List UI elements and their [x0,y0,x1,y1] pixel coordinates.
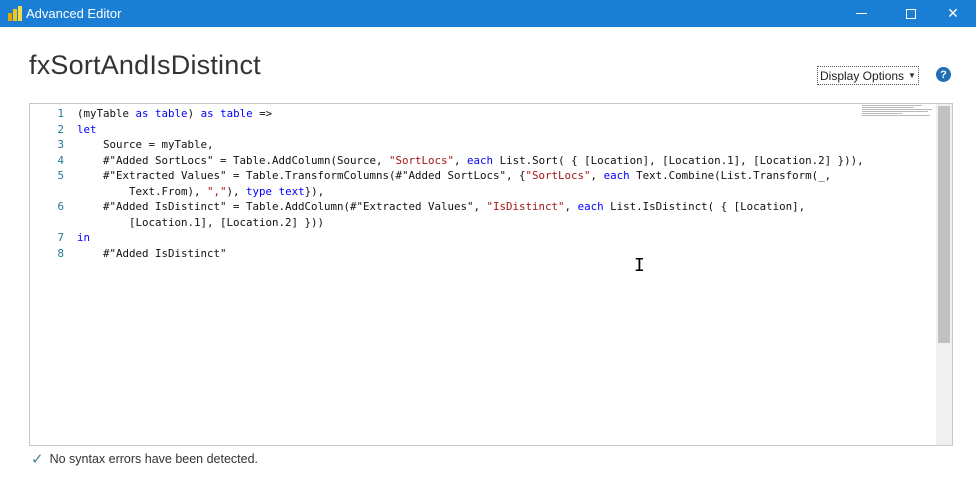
chevron-down-icon: ▼ [908,71,916,80]
line-number [30,184,70,200]
keyword-token: as [200,107,214,120]
code-area[interactable]: (myTable as table) as table => let Source… [77,104,864,262]
checkmark-icon: ✓ [31,450,44,468]
code-line[interactable]: in [77,230,862,246]
close-button[interactable]: ✕ [930,0,976,27]
scrollbar-thumb[interactable] [938,106,950,343]
keyword-token: table [220,107,253,120]
code-token: }), [304,184,325,198]
minimap[interactable] [862,104,936,118]
code-line[interactable]: Source = myTable, [77,137,862,153]
status-bar: ✓ No syntax errors have been detected. [31,450,258,468]
keyword-token: let [77,122,97,136]
vertical-scrollbar[interactable] [936,104,952,445]
keyword-token: type [246,184,273,198]
close-icon: ✕ [947,5,959,22]
line-number: 7 [57,231,64,244]
window-title: Advanced Editor [26,6,122,21]
string-token: "IsDistinct" [486,200,565,213]
code-token: Source = myTable, [77,138,214,151]
code-line[interactable]: let [77,122,862,138]
code-editor[interactable]: 12345678 (myTable as table) as table => l… [29,103,953,446]
query-name-title: fxSortAndIsDistinct [29,50,261,80]
display-options-label: Display Options [820,68,905,83]
code-token: ), [226,184,247,198]
line-number-gutter: 1 2 3 4 5 6 7 8 [30,104,70,261]
minimize-icon [855,13,867,14]
string-token: "," [207,184,227,198]
line-number: 2 [57,122,64,136]
code-line[interactable]: Text.From), ","), type text}), [77,184,862,200]
code-line[interactable]: #"Added SortLocs" = Table.AddColumn(Sour… [77,153,864,169]
code-line[interactable]: #"Added IsDistinct" = Table.AddColumn(#"… [77,199,862,215]
maximize-button[interactable] [888,0,934,27]
title-bar: Advanced Editor ✕ [0,0,976,27]
code-token: Text.From), [77,184,208,198]
line-number: 4 [57,153,64,167]
keyword-token: each [467,153,494,167]
line-number: 8 [57,246,64,260]
code-token: Text.Combine(List.Transform(_, [629,169,832,182]
code-token: (myTable [77,107,136,120]
keyword-token: as [135,107,149,120]
code-line[interactable]: #"Extracted Values" = Table.TransformCol… [77,168,862,184]
minimize-button[interactable] [838,0,884,27]
keyword-token: each [603,169,630,182]
keyword-token: each [577,200,604,213]
code-token: #"Added SortLocs" = Table.AddColumn(Sour… [77,153,390,167]
code-token: => [252,107,273,120]
keyword-token: text [278,184,305,198]
code-token: , [590,169,604,182]
code-line[interactable]: [Location.1], [Location.2] })) [77,215,862,231]
line-number: 3 [57,138,64,151]
line-number: 1 [57,107,64,120]
code-token: List.IsDistinct( { [Location], [603,200,806,213]
line-number [30,215,70,231]
keyword-token: in [77,231,91,244]
code-line[interactable]: #"Added IsDistinct" [77,246,862,262]
code-token: , [454,153,468,167]
line-number: 6 [57,200,64,213]
string-token: "SortLocs" [389,153,455,167]
code-token: , [564,200,578,213]
help-icon[interactable]: ? [936,67,951,82]
string-token: "SortLocs" [525,169,591,182]
powerbi-icon [8,6,22,21]
code-token: List.Sort( { [Location], [Location.1], [… [493,153,864,167]
code-token: [Location.1], [Location.2] })) [77,215,325,229]
code-token: #"Added IsDistinct" = Table.AddColumn(#"… [77,200,487,213]
maximize-icon [906,8,916,19]
code-token: #"Added IsDistinct" [77,246,227,260]
code-token: ) [187,107,201,120]
status-message: No syntax errors have been detected. [49,452,259,466]
code-line[interactable]: (myTable as table) as table => [77,106,862,122]
text-cursor-icon: I [634,255,645,276]
display-options-dropdown[interactable]: Display Options ▼ [817,66,919,85]
code-token: #"Extracted Values" = Table.TransformCol… [77,169,526,182]
keyword-token: table [155,107,188,120]
line-number: 5 [57,169,64,182]
